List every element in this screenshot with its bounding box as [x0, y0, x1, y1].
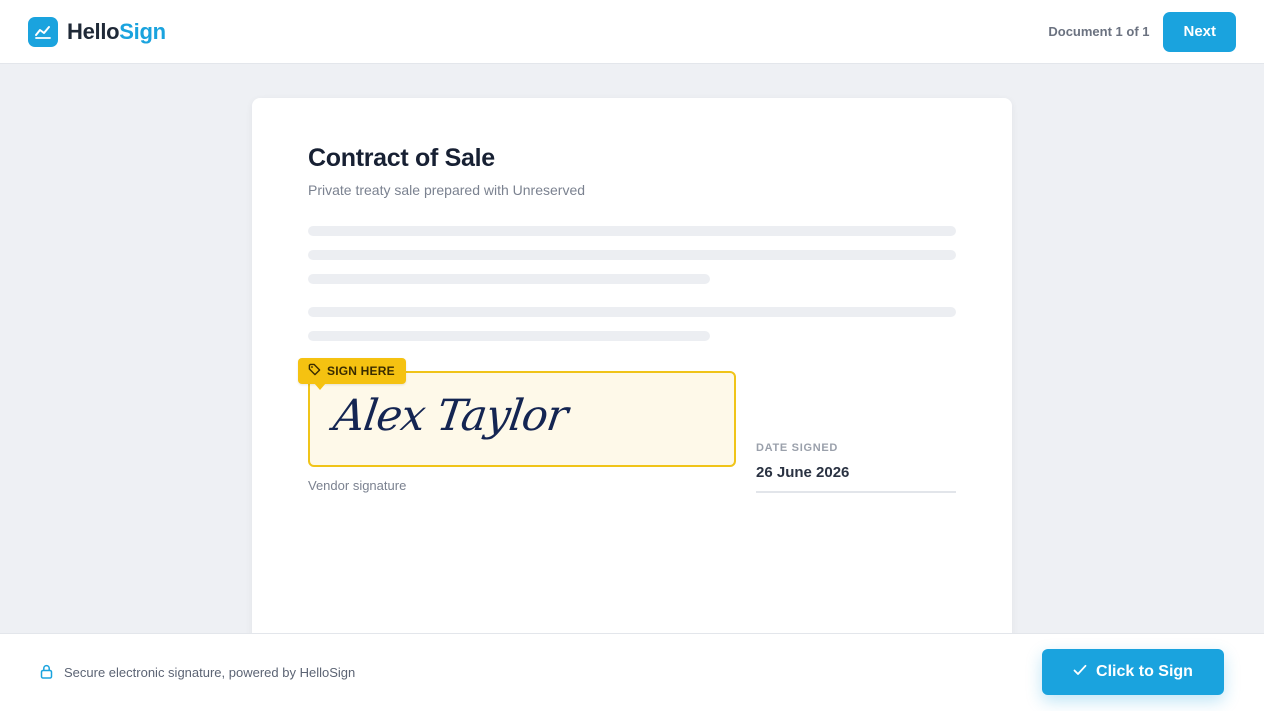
text-placeholder-line: [308, 307, 956, 317]
text-placeholder-line: [308, 226, 956, 236]
brand-name-part2: Sign: [119, 18, 166, 44]
signature-text: Alex Taylor: [330, 391, 571, 441]
signature-field[interactable]: Alex Taylor: [308, 371, 736, 467]
security-notice: Secure electronic signature, powered by …: [40, 664, 355, 682]
check-icon: [1073, 663, 1087, 681]
document-subtitle: Private treaty sale prepared with Unrese…: [308, 182, 586, 198]
security-text: Secure electronic signature, powered by …: [64, 665, 356, 680]
click-to-sign-label: Click to Sign: [1096, 662, 1193, 680]
document-count: Document 1 of 1: [1048, 24, 1150, 39]
brand[interactable]: HelloSign: [28, 16, 166, 47]
sign-here-label: SIGN HERE: [327, 364, 395, 378]
brand-name-part1: Hello: [67, 18, 120, 44]
document-title: Contract of Sale: [308, 144, 495, 172]
text-placeholder-line: [308, 331, 710, 341]
date-signed-label: DATE SIGNED: [756, 442, 839, 454]
click-to-sign-button[interactable]: Click to Sign: [1042, 648, 1224, 695]
signature-caption: Vendor signature: [308, 478, 407, 493]
date-signed-value: 26 June 2026: [756, 464, 850, 481]
chart-line-icon: [28, 16, 58, 47]
app-header: HelloSign Document 1 of 1 Next: [0, 0, 1264, 64]
text-placeholder-line: [308, 250, 956, 260]
text-placeholder-line: [308, 274, 710, 284]
next-button[interactable]: Next: [1163, 11, 1236, 52]
sign-tag-pointer: [314, 383, 326, 390]
header-actions: Document 1 of 1 Next: [1048, 11, 1236, 52]
app-footer: Secure electronic signature, powered by …: [0, 633, 1264, 711]
lock-icon: [40, 664, 53, 682]
date-field-underline: [756, 491, 956, 493]
brand-name: HelloSign: [67, 19, 166, 45]
sign-here-tag[interactable]: SIGN HERE: [298, 358, 406, 390]
tag-icon: [308, 363, 321, 379]
document-page: Contract of Sale Private treaty sale pre…: [252, 98, 1012, 658]
